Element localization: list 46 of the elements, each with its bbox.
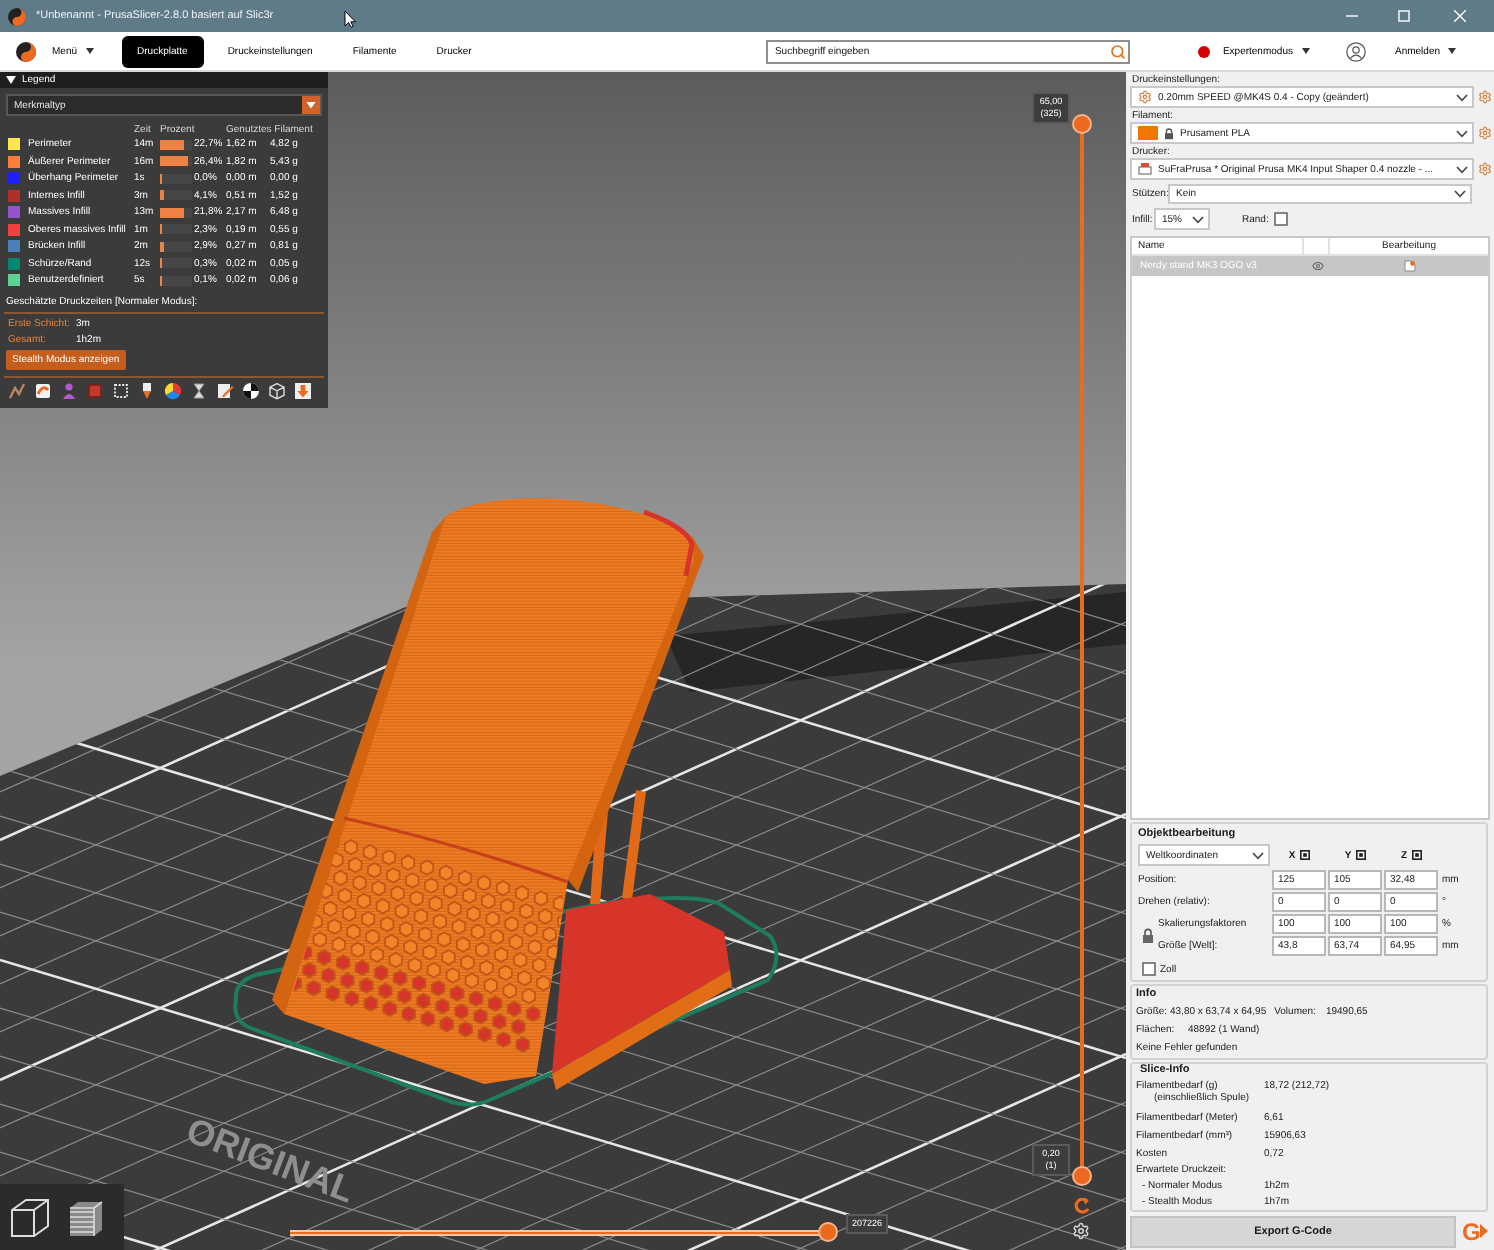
chevron-down-icon — [1252, 851, 1264, 859]
zigzag-line-icon[interactable] — [8, 381, 26, 399]
minimize-icon[interactable] — [1346, 10, 1358, 22]
person-icon[interactable] — [60, 381, 78, 399]
nozzle-icon[interactable] — [138, 381, 156, 399]
dotted-square-icon[interactable] — [112, 381, 130, 399]
eye-icon[interactable] — [1311, 260, 1323, 272]
nested-square-icon[interactable] — [1355, 850, 1366, 860]
document-icon[interactable] — [1403, 260, 1415, 272]
layer-slider-track[interactable] — [1072, 114, 1092, 1186]
gear-icon — [1138, 90, 1152, 104]
hourglass-icon[interactable] — [190, 381, 208, 399]
app-logo-icon — [16, 41, 36, 61]
cycle-arrow-icon[interactable] — [1074, 1198, 1090, 1216]
pencil-icon[interactable] — [216, 381, 234, 399]
printer-icon — [1138, 162, 1152, 176]
cube-icon[interactable] — [8, 1195, 52, 1239]
chevron-down-icon — [1456, 129, 1468, 137]
chevron-down-icon — [1456, 165, 1468, 173]
chevron-down-icon — [1192, 215, 1204, 223]
chevron-down-icon — [1456, 93, 1468, 101]
chevron-down-icon — [1454, 190, 1466, 198]
nested-square-icon[interactable] — [1299, 850, 1310, 860]
search-icon[interactable] — [1110, 43, 1127, 59]
caret-icon — [85, 48, 94, 54]
nested-square-icon[interactable] — [1411, 850, 1422, 860]
square-swoosh-icon[interactable] — [34, 381, 52, 399]
caret-icon — [1302, 48, 1311, 54]
lock-icon — [1164, 127, 1174, 139]
mouse-cursor-icon — [344, 10, 356, 28]
status-dot-icon — [1198, 45, 1211, 57]
close-icon[interactable] — [1454, 10, 1466, 22]
play-triangle-icon — [1480, 1224, 1489, 1238]
dropdown-arrow-icon — [302, 96, 320, 114]
user-icon[interactable] — [1346, 41, 1367, 61]
collapse-triangle-icon[interactable] — [6, 76, 16, 84]
cube-outline-icon[interactable] — [268, 381, 286, 399]
down-arrow-icon[interactable] — [294, 381, 312, 399]
maximize-icon[interactable] — [1398, 10, 1410, 22]
caret-icon — [1448, 48, 1456, 54]
checkbox[interactable] — [1274, 212, 1289, 226]
layers-icon[interactable] — [64, 1195, 108, 1239]
checkbox[interactable] — [1142, 962, 1156, 976]
color-wheel-icon[interactable] — [164, 381, 182, 399]
app-logo-icon — [8, 7, 26, 25]
checkered-circle-icon[interactable] — [242, 381, 260, 399]
